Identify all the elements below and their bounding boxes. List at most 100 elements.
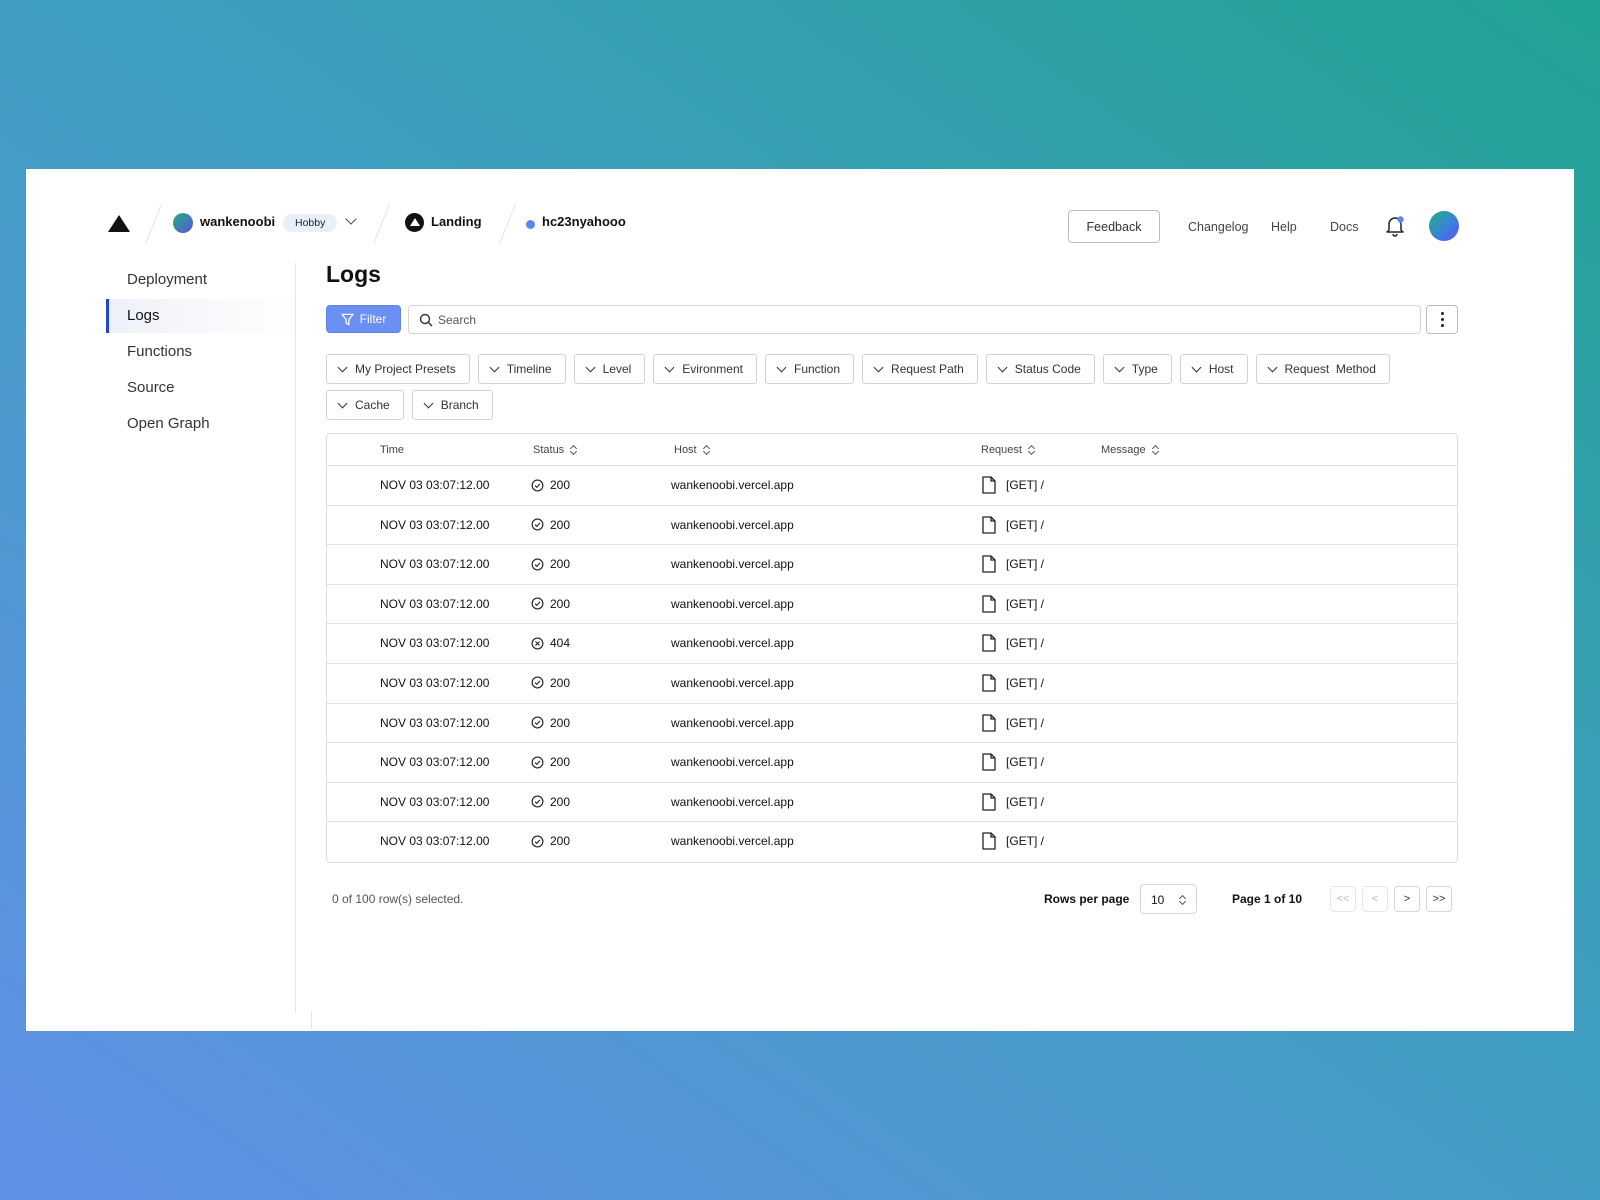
chip-type[interactable]: Type bbox=[1102, 354, 1172, 384]
sidebar-item-logs[interactable]: Logs bbox=[106, 299, 296, 333]
cell-request: [GET] / bbox=[981, 555, 1044, 573]
cell-time: NOV 03 03:07:12.00 bbox=[380, 596, 490, 611]
feedback-button[interactable]: Feedback bbox=[1068, 210, 1160, 243]
check-circle-icon bbox=[531, 716, 544, 729]
table-row[interactable]: NOV 03 03:07:12.00 200 wankenoobi.vercel.a… bbox=[327, 664, 1457, 704]
table-row[interactable]: NOV 03 03:07:12.00 200 wankenoobi.vercel.a… bbox=[327, 585, 1457, 625]
status-code: 200 bbox=[550, 715, 571, 730]
document-icon bbox=[982, 595, 996, 613]
chip-request-path[interactable]: Request Path bbox=[862, 354, 978, 384]
cell-host: wankenoobi.vercel.app bbox=[671, 715, 794, 730]
sidebar-item-open-graph[interactable]: Open Graph bbox=[106, 407, 296, 441]
chevron-down-icon bbox=[1267, 362, 1277, 372]
chip-cache[interactable]: Cache bbox=[326, 390, 404, 420]
cell-host: wankenoobi.vercel.app bbox=[671, 517, 794, 532]
cell-host: wankenoobi.vercel.app bbox=[671, 755, 794, 770]
chip-branch[interactable]: Branch bbox=[411, 390, 493, 420]
status-code: 200 bbox=[550, 794, 571, 809]
cell-request: [GET] / bbox=[981, 713, 1044, 732]
table-body: NOV 03 03:07:12.00 200 wankenoobi.vercel.a… bbox=[327, 466, 1457, 862]
filter-button[interactable]: Filter bbox=[326, 305, 401, 333]
first-page-button[interactable]: << bbox=[1330, 886, 1356, 912]
table-row[interactable]: NOV 03 03:07:12.00 200 wankenoobi.vercel.a… bbox=[327, 783, 1457, 823]
table-row[interactable]: NOV 03 03:07:12.00 200 wankenoobi.vercel.a… bbox=[327, 743, 1457, 783]
column-header-message[interactable]: Message bbox=[1101, 444, 1159, 456]
table-row[interactable]: NOV 03 03:07:12.00 200 wankenoobi.vercel.a… bbox=[327, 466, 1457, 506]
cell-request: [GET] / bbox=[981, 793, 1044, 811]
bell-icon[interactable] bbox=[1385, 215, 1405, 237]
chip-request-method[interactable]: Request Method bbox=[1255, 354, 1390, 384]
rows-per-page-label: Rows per page bbox=[1044, 892, 1130, 906]
request-text: [GET] / bbox=[1006, 478, 1045, 492]
search-box[interactable] bbox=[408, 305, 1421, 334]
cell-time: NOV 03 03:07:12.00 bbox=[380, 636, 490, 651]
chevron-down-icon bbox=[1114, 362, 1125, 372]
cell-request: [GET] / bbox=[981, 595, 1044, 613]
last-page-button[interactable]: >> bbox=[1426, 886, 1452, 912]
request-text: [GET] / bbox=[1006, 794, 1045, 809]
cell-host: wankenoobi.vercel.app bbox=[671, 675, 794, 690]
user-avatar[interactable] bbox=[1429, 211, 1459, 241]
sort-icon[interactable] bbox=[570, 445, 577, 455]
filter-chips: My Project Presets Timeline Level Eviron… bbox=[326, 354, 1466, 420]
sidebar-divider bbox=[311, 1011, 312, 1029]
column-header-time[interactable]: Time bbox=[380, 444, 404, 456]
rows-per-page-select[interactable]: 10 bbox=[1140, 884, 1197, 914]
docs-link[interactable]: Docs bbox=[1330, 220, 1358, 234]
cell-request: [GET] / bbox=[981, 832, 1044, 850]
triangle-logo-icon[interactable] bbox=[108, 215, 130, 232]
team-name[interactable]: wankenoobi bbox=[200, 214, 275, 229]
check-circle-icon bbox=[531, 558, 544, 571]
project-name[interactable]: Landing bbox=[431, 214, 482, 229]
chevron-down-icon[interactable] bbox=[345, 213, 357, 225]
chip-function[interactable]: Function bbox=[765, 354, 855, 384]
sidebar-item-deployment[interactable]: Deployment bbox=[106, 263, 296, 297]
branch-name[interactable]: hc23nyahooo bbox=[542, 214, 626, 229]
sort-icon[interactable] bbox=[1152, 445, 1159, 455]
cell-time: NOV 03 03:07:12.00 bbox=[380, 478, 490, 492]
table-row[interactable]: NOV 03 03:07:12.00 200 wankenoobi.vercel.a… bbox=[327, 822, 1457, 862]
sort-icon[interactable] bbox=[1028, 445, 1035, 455]
cell-time: NOV 03 03:07:12.00 bbox=[380, 517, 490, 532]
cell-status: 200 bbox=[531, 557, 570, 571]
sort-icon[interactable] bbox=[703, 445, 710, 455]
chip-my-project-presets[interactable]: My Project Presets bbox=[326, 354, 470, 384]
chip-status-code[interactable]: Status Code bbox=[985, 354, 1095, 384]
check-circle-icon bbox=[531, 479, 544, 491]
chevron-down-icon bbox=[337, 398, 348, 408]
column-header-host[interactable]: Host bbox=[674, 444, 710, 456]
table-row[interactable]: NOV 03 03:07:12.00 200 wankenoobi.vercel.a… bbox=[327, 704, 1457, 744]
chip-host[interactable]: Host bbox=[1179, 354, 1248, 384]
help-link[interactable]: Help bbox=[1271, 220, 1297, 234]
document-icon bbox=[982, 476, 996, 494]
chip-level[interactable]: Level bbox=[573, 354, 646, 384]
status-code: 200 bbox=[550, 675, 571, 690]
cell-time: NOV 03 03:07:12.00 bbox=[380, 794, 490, 809]
document-icon bbox=[982, 793, 996, 811]
team-avatar[interactable] bbox=[173, 213, 193, 233]
cell-host: wankenoobi.vercel.app bbox=[671, 478, 794, 492]
sidebar-item-source[interactable]: Source bbox=[106, 371, 296, 405]
sidebar-divider bbox=[295, 263, 296, 1013]
chip-timeline[interactable]: Timeline bbox=[477, 354, 566, 384]
sidebar-item-functions[interactable]: Functions bbox=[106, 335, 296, 369]
column-header-request[interactable]: Request bbox=[981, 444, 1035, 456]
changelog-link[interactable]: Changelog bbox=[1188, 220, 1248, 234]
document-icon bbox=[982, 674, 996, 692]
cell-host: wankenoobi.vercel.app bbox=[671, 794, 794, 809]
status-code: 200 bbox=[550, 834, 571, 849]
previous-page-button[interactable]: < bbox=[1362, 886, 1388, 912]
chip-environment[interactable]: Evironment bbox=[653, 354, 757, 384]
main-content: Logs Filter My Project Presets Tim bbox=[326, 261, 1458, 914]
table-row[interactable]: NOV 03 03:07:12.00 404 wankenoobi.vercel.a… bbox=[327, 624, 1457, 664]
table-row[interactable]: NOV 03 03:07:12.00 200 wankenoobi.vercel.a… bbox=[327, 506, 1457, 546]
cell-request: [GET] / bbox=[981, 634, 1044, 653]
document-icon bbox=[982, 634, 996, 653]
table-row[interactable]: NOV 03 03:07:12.00 200 wankenoobi.vercel.a… bbox=[327, 545, 1457, 585]
column-header-status[interactable]: Status bbox=[533, 444, 577, 456]
document-icon bbox=[982, 753, 996, 771]
next-page-button[interactable]: > bbox=[1394, 886, 1420, 912]
kebab-menu-icon[interactable] bbox=[1426, 305, 1458, 334]
top-bar: wankenoobi Hobby Landing hc23nyahooo Fee… bbox=[26, 169, 1574, 244]
search-input[interactable] bbox=[438, 311, 1398, 329]
